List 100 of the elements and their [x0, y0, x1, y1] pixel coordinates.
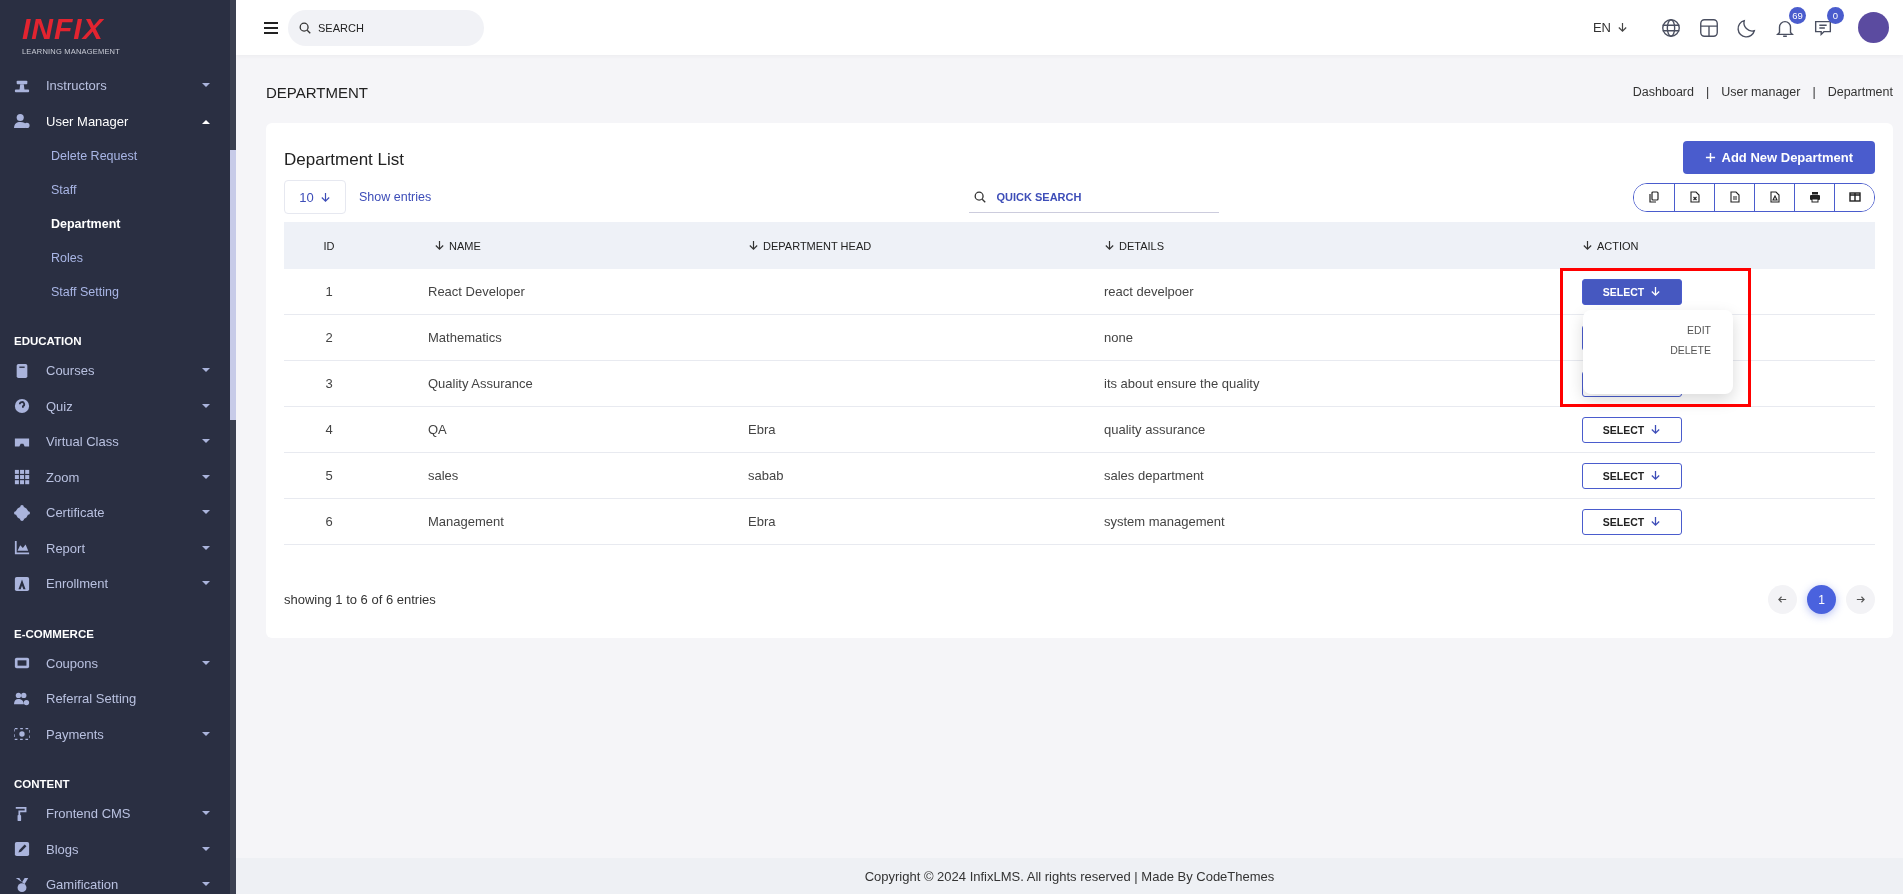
- arrow-left-icon: [1777, 594, 1788, 605]
- add-department-button[interactable]: Add New Department: [1682, 141, 1875, 174]
- banknote-icon: [14, 726, 30, 743]
- caret-down-icon: [202, 581, 210, 587]
- arrow-down-icon: [1650, 424, 1662, 435]
- sort-arrow-icon: [434, 239, 445, 251]
- avatar-circle[interactable]: [1858, 12, 1889, 43]
- sort-arrow-icon: [748, 239, 759, 251]
- table-cell: Mathematics: [374, 314, 738, 361]
- page-size-select[interactable]: 10: [284, 180, 346, 214]
- breadcrumb-separator: |: [1706, 85, 1710, 99]
- sidebar-item[interactable]: Zoom: [0, 459, 230, 495]
- sidebar-item[interactable]: Payments: [0, 716, 230, 752]
- search-field[interactable]: SEARCH: [288, 9, 484, 46]
- table-cell: Quality Assurance: [374, 360, 738, 407]
- caret-down-icon: [202, 83, 210, 89]
- sidebar-item[interactable]: Report: [0, 530, 230, 566]
- breadcrumb-link[interactable]: Dashboard: [1632, 85, 1694, 99]
- sidebar-subitem[interactable]: Staff: [0, 173, 230, 207]
- caret-down-icon: [202, 368, 210, 374]
- medal-icon: [14, 876, 30, 893]
- plus-icon: [1704, 152, 1716, 163]
- column-header[interactable]: DEPARTMENT HEAD: [738, 222, 1094, 269]
- table-cell: QA: [374, 406, 738, 453]
- table-cell: 4: [284, 406, 374, 453]
- column-header[interactable]: ACTION: [1572, 222, 1875, 269]
- arrow-down-icon: [1650, 286, 1662, 297]
- grid-icon: [14, 469, 30, 486]
- sidebar-item[interactable]: Courses: [0, 353, 230, 389]
- table-cell: Ebra: [748, 422, 776, 437]
- sidebar-item[interactable]: User Manager: [0, 103, 230, 139]
- column-header[interactable]: NAME: [374, 222, 738, 269]
- table-cell: React Developer: [374, 269, 738, 315]
- table-cell: its about ensure the quality: [1094, 360, 1572, 407]
- message-count: 0: [1827, 6, 1844, 24]
- table-cell: Management: [374, 498, 738, 545]
- sidebar-item[interactable]: Virtual Class: [0, 424, 230, 460]
- sidebar-item[interactable]: Quiz: [0, 388, 230, 424]
- breadcrumb-link[interactable]: User manager: [1721, 85, 1801, 99]
- arrow-down-icon: [1617, 22, 1628, 33]
- select-button[interactable]: SELECT: [1582, 278, 1682, 305]
- table-cell: 2: [284, 314, 374, 361]
- printer-icon: [1808, 191, 1821, 203]
- layout-icon[interactable]: [1698, 16, 1720, 39]
- table-cell: react develpoer: [1094, 269, 1572, 315]
- show-entries-label: Show entries: [359, 190, 432, 204]
- table-cell: sales: [374, 452, 738, 499]
- sidebar-subitem[interactable]: Staff Setting: [0, 275, 230, 309]
- sidebar-item[interactable]: Frontend CMS: [0, 796, 230, 832]
- globe-icon[interactable]: [1660, 16, 1682, 39]
- columns-button[interactable]: [1834, 183, 1874, 211]
- sidebar-item[interactable]: Gamification: [0, 867, 230, 894]
- caret-down-icon: [202, 882, 210, 888]
- table-cell: Ebra: [748, 514, 776, 529]
- menu-item[interactable]: EDIT: [1687, 324, 1711, 336]
- language-selector[interactable]: EN: [1586, 19, 1634, 36]
- sidebar-scrollbar[interactable]: [230, 0, 236, 894]
- table-cell: sales department: [1094, 452, 1572, 499]
- sidebar-subitem[interactable]: Department: [0, 207, 230, 241]
- section-heading: EDUCATION: [13, 334, 83, 349]
- menu-item[interactable]: DELETE: [1670, 344, 1711, 356]
- caret-down-icon: [202, 439, 210, 445]
- table-cell: 3: [284, 360, 374, 407]
- caret-down-icon: [202, 545, 210, 551]
- sidebar-item[interactable]: Enrollment: [0, 566, 230, 602]
- sidebar-item[interactable]: Blogs: [0, 831, 230, 867]
- copyright-text: Copyright © 2024 InfixLMS. All rights reserved | Made By CodeThemes: [864, 868, 1275, 884]
- sort-arrow-icon: [1104, 239, 1115, 251]
- table-cell: sabab: [748, 468, 784, 483]
- breadcrumb-separator: |: [1812, 85, 1816, 99]
- caret-down-icon: [202, 510, 210, 516]
- sidebar-subitem[interactable]: Roles: [0, 241, 230, 275]
- book-icon: [14, 362, 30, 379]
- document-icon: [1728, 191, 1741, 203]
- breadcrumb-link[interactable]: Department: [1827, 85, 1893, 99]
- caret-down-icon: [202, 846, 210, 852]
- select-button[interactable]: SELECT: [1582, 508, 1682, 535]
- sort-arrow-icon: [1582, 239, 1593, 251]
- question-icon: [14, 398, 30, 415]
- table-cell: none: [1094, 314, 1572, 361]
- sidebar-item[interactable]: Instructors: [0, 68, 230, 104]
- caret-down-icon: [202, 811, 210, 817]
- sidebar-subitem[interactable]: Delete Request: [0, 139, 230, 173]
- column-header[interactable]: DETAILS: [1094, 222, 1572, 269]
- sidebar-item[interactable]: Certificate: [0, 495, 230, 531]
- select-button[interactable]: SELECT: [1582, 416, 1682, 443]
- sidebar-item[interactable]: Referral Setting: [0, 681, 230, 717]
- table-cell: system management: [1094, 498, 1572, 545]
- chart-icon: [14, 540, 30, 557]
- select-button[interactable]: SELECT: [1582, 462, 1682, 489]
- column-header[interactable]: ID: [284, 222, 374, 269]
- caret-down-icon: [202, 731, 210, 737]
- caret-down-icon: [202, 403, 210, 409]
- table-cell: 5: [284, 452, 374, 499]
- spreadsheet-file-icon: [1688, 191, 1701, 203]
- arrow-down-icon: [1650, 516, 1662, 527]
- sidebar-item[interactable]: Coupons: [0, 645, 230, 681]
- page-button[interactable]: 1: [1807, 585, 1836, 614]
- pdf-file-icon: [1768, 191, 1781, 203]
- card-title: Department List: [284, 149, 404, 170]
